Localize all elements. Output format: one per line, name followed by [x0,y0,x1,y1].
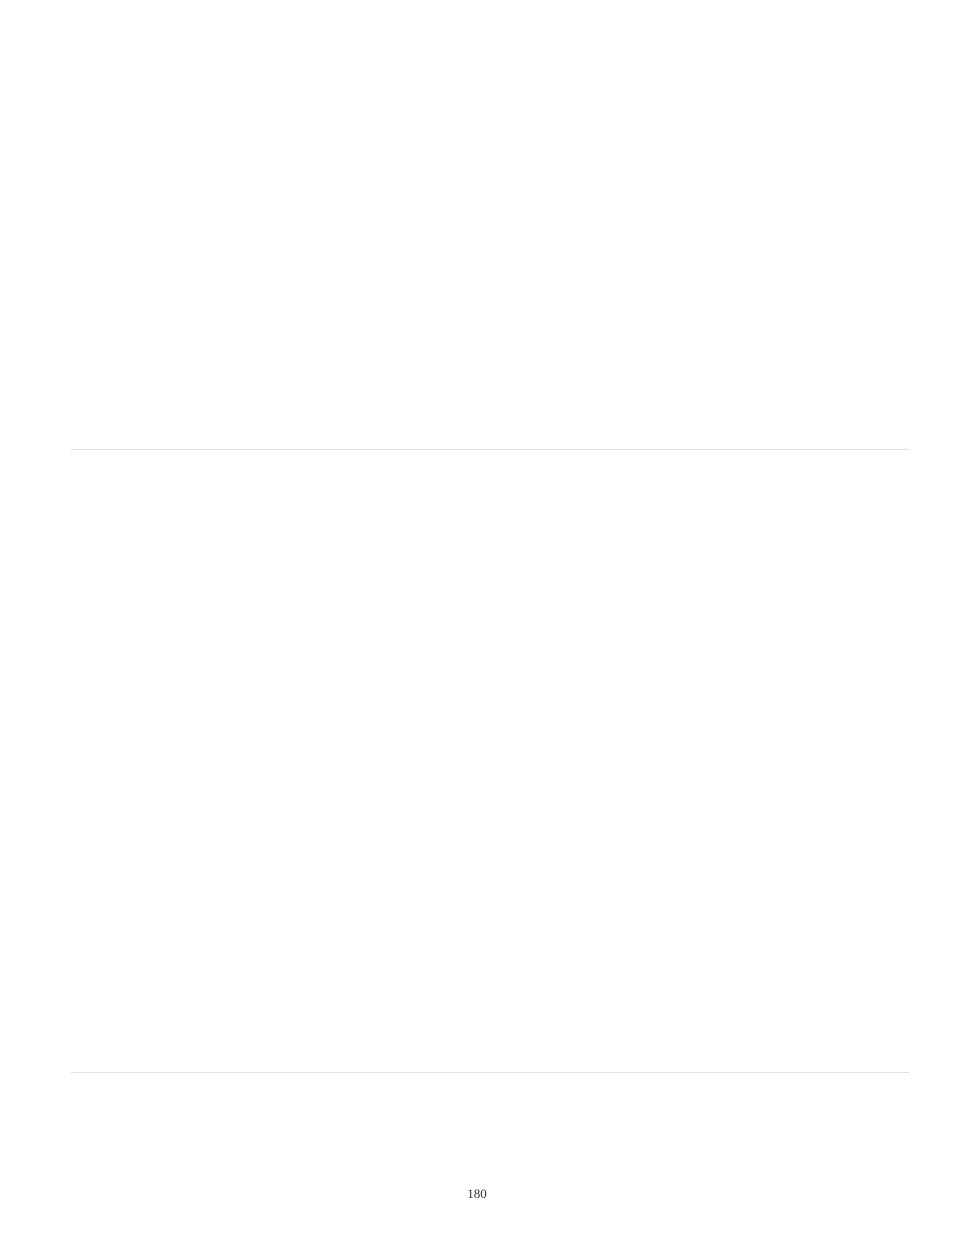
horizontal-divider-top [71,449,909,450]
horizontal-divider-bottom [71,1072,909,1073]
page-number: 180 [0,1186,954,1202]
